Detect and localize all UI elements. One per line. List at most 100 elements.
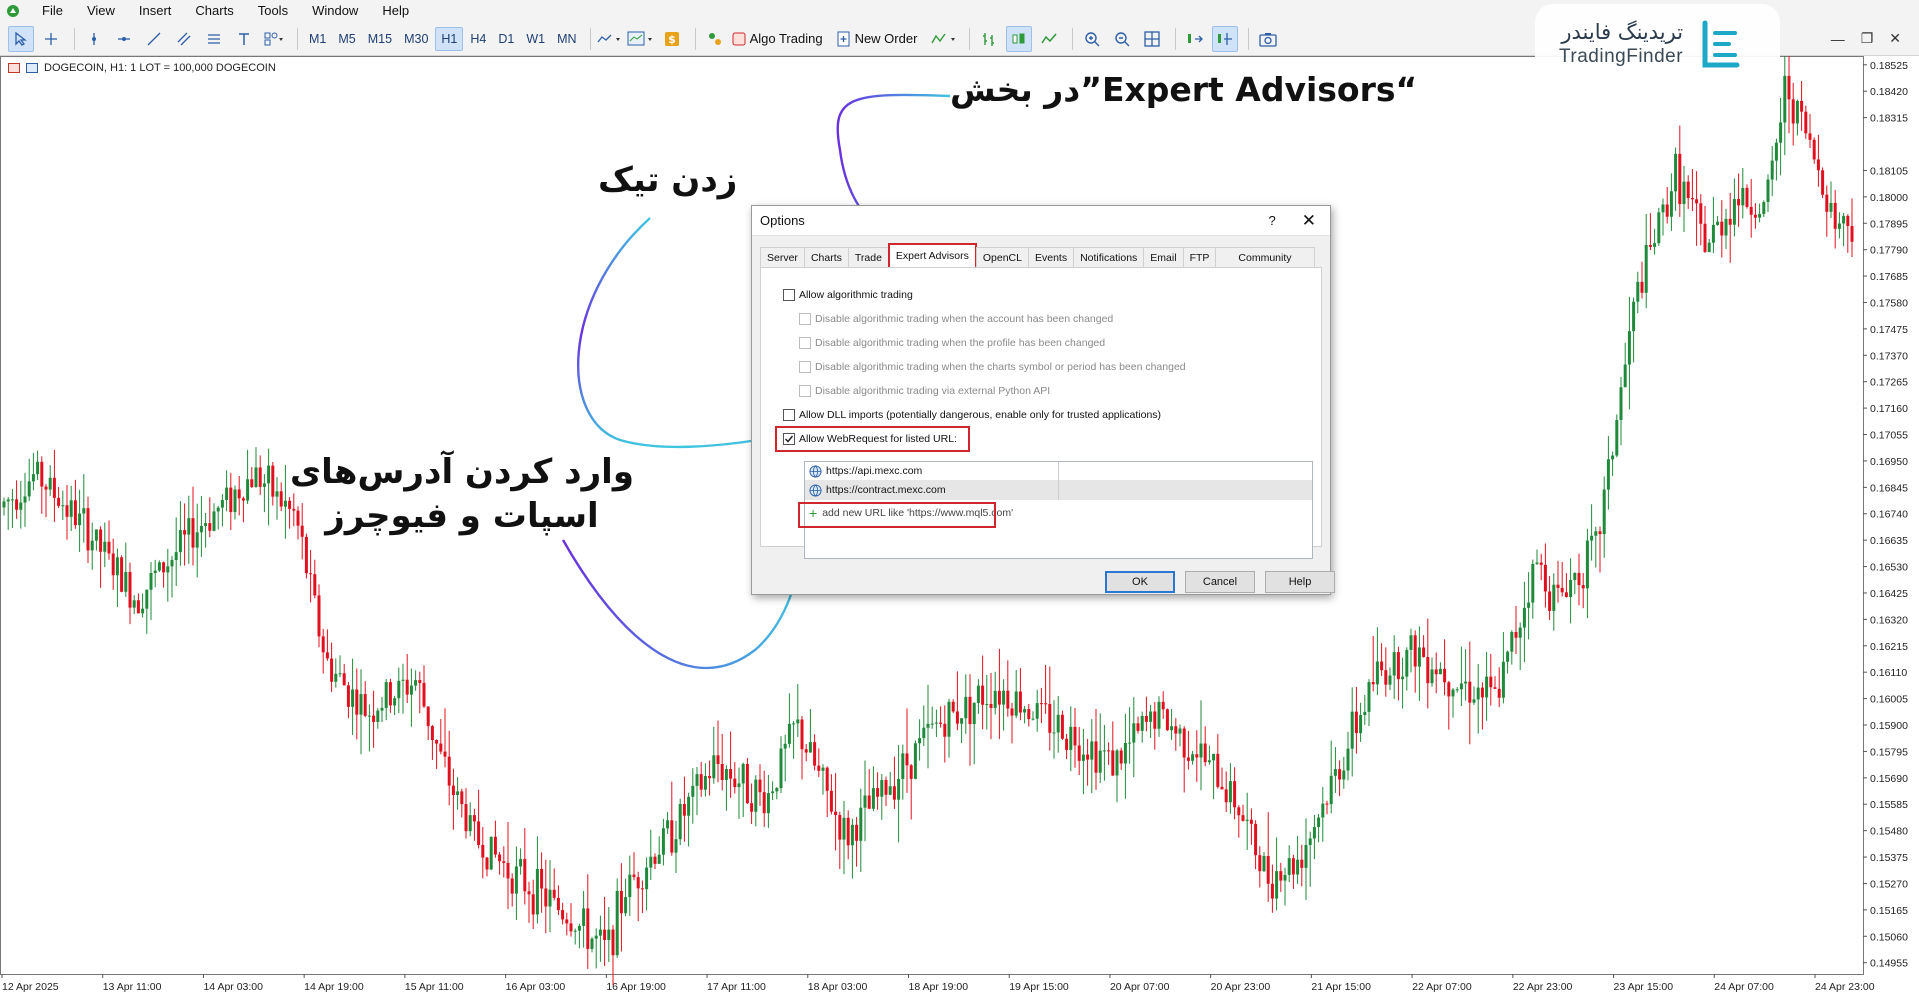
timeframe-h1[interactable]: H1 [435, 26, 464, 51]
candle-body [1720, 221, 1724, 236]
cancel-button[interactable]: Cancel [1185, 571, 1255, 593]
disable-profile-checkbox [799, 337, 811, 349]
tab-notifications[interactable]: Notifications [1073, 247, 1145, 267]
price-label: 0.15900 [1870, 720, 1908, 732]
webrequest-highlight [775, 426, 970, 452]
timeframe-m15[interactable]: M15 [363, 27, 397, 51]
candle-body [762, 792, 766, 814]
candle-body [1359, 715, 1363, 734]
line-chart-button[interactable] [1036, 26, 1062, 52]
screenshot-button[interactable] [1255, 26, 1281, 52]
menu-insert[interactable]: Insert [127, 0, 184, 22]
vertical-line-button[interactable] [81, 26, 107, 52]
timeframe-w1[interactable]: W1 [521, 27, 550, 51]
candle-body [897, 778, 901, 800]
market-button[interactable] [702, 26, 728, 52]
bar-chart-button[interactable] [976, 26, 1002, 52]
crosshair-button[interactable] [38, 26, 64, 52]
indicators-button[interactable] [597, 26, 623, 52]
timeframe-mn[interactable]: MN [552, 27, 581, 51]
restore-icon[interactable]: ❐ [1861, 30, 1874, 47]
trend-line-button[interactable] [141, 26, 167, 52]
candle-body [1493, 687, 1497, 689]
candle-body [867, 795, 871, 809]
candle-body [229, 487, 233, 513]
tab-charts[interactable]: Charts [803, 247, 849, 267]
candle-body [519, 858, 523, 867]
tab-expert-advisors[interactable]: Expert Advisors [887, 243, 977, 267]
candle-body [754, 779, 758, 812]
timeframe-m5[interactable]: M5 [333, 27, 360, 51]
timeframe-h4[interactable]: H4 [465, 27, 491, 51]
allow-algo-trading-checkbox[interactable] [783, 289, 795, 301]
channel-button[interactable] [171, 26, 197, 52]
auto-scroll-button[interactable] [1182, 26, 1208, 52]
timeframe-d1[interactable]: D1 [493, 27, 519, 51]
tab-server[interactable]: Server [760, 247, 805, 267]
chart-header: DOGECOIN, H1: 1 LOT = 100,000 DOGECOIN [8, 62, 276, 74]
tile-windows-button[interactable] [1139, 26, 1165, 52]
text-tool-button[interactable] [231, 26, 257, 52]
price-label: 0.16005 [1870, 694, 1908, 706]
candle-body [61, 505, 65, 507]
candle-body [1737, 199, 1741, 206]
chart-shift-button[interactable] [1212, 25, 1239, 52]
menu-charts[interactable]: Charts [183, 0, 245, 22]
help-icon[interactable]: ? [1269, 213, 1276, 228]
close-icon[interactable]: ✕ [1302, 211, 1316, 231]
zoom-out-button[interactable] [1109, 26, 1135, 52]
tab-opencl[interactable]: OpenCL [975, 247, 1029, 267]
candle-body [552, 889, 556, 898]
timeframe-m1[interactable]: M1 [304, 27, 331, 51]
close-icon[interactable]: ✕ [1889, 30, 1901, 47]
candle-body [1115, 750, 1119, 776]
url-row[interactable]: https://contract.mexc.com [805, 481, 1312, 500]
candle-body [1430, 669, 1434, 684]
candlestick-button[interactable] [1006, 25, 1033, 52]
candle-body [905, 753, 909, 766]
tab-community[interactable]: Community [1215, 247, 1315, 267]
candle-body [745, 763, 749, 804]
fibonacci-button[interactable] [201, 26, 227, 52]
templates-button[interactable] [627, 26, 655, 52]
menu-view[interactable]: View [75, 0, 127, 22]
dialog-titlebar[interactable]: Options ? ✕ [752, 206, 1330, 236]
menu-window[interactable]: Window [300, 0, 370, 22]
allow-algo-trading-option[interactable]: Allow algorithmic trading [783, 289, 913, 301]
algo-trading-button[interactable]: Algo Trading [732, 26, 833, 52]
disable-python-checkbox [799, 385, 811, 397]
tab-email[interactable]: Email [1143, 247, 1184, 267]
candle-body [464, 804, 468, 832]
candle-body [1283, 874, 1287, 881]
allow-dll-checkbox[interactable] [783, 409, 795, 421]
help-button[interactable]: Help [1265, 571, 1335, 593]
menu-help[interactable]: Help [370, 0, 421, 22]
timeframe-m30[interactable]: M30 [399, 27, 433, 51]
url-row[interactable]: https://api.mexc.com [805, 462, 1312, 481]
cursor-tool-button[interactable] [8, 25, 34, 52]
shapes-menu-button[interactable] [261, 26, 287, 52]
candle-body [1850, 226, 1854, 242]
candle-body [846, 817, 850, 846]
candle-body [498, 854, 502, 862]
candle-body [510, 878, 514, 894]
tab-events[interactable]: Events [1027, 247, 1075, 267]
new-order-button[interactable]: New Order [837, 26, 928, 52]
zoom-in-button[interactable] [1079, 26, 1105, 52]
menu-file[interactable]: File [30, 0, 75, 22]
candle-body [1119, 750, 1123, 764]
menu-tools[interactable]: Tools [246, 0, 300, 22]
horizontal-line-button[interactable] [111, 26, 137, 52]
price-label: 0.15585 [1870, 799, 1908, 811]
depth-menu-button[interactable] [931, 26, 959, 52]
price-label: 0.18525 [1870, 60, 1908, 72]
tab-trade[interactable]: Trade [847, 247, 889, 267]
ok-button[interactable]: OK [1105, 571, 1175, 593]
allow-dll-option[interactable]: Allow DLL imports (potentially dangerous… [783, 409, 1161, 421]
candle-body [15, 499, 19, 510]
candle-body [792, 723, 796, 725]
minimize-icon[interactable]: — [1831, 31, 1845, 47]
candle-body [1745, 187, 1749, 207]
signals-button[interactable]: $ [659, 26, 685, 52]
tab-ftp[interactable]: FTP [1182, 247, 1217, 267]
